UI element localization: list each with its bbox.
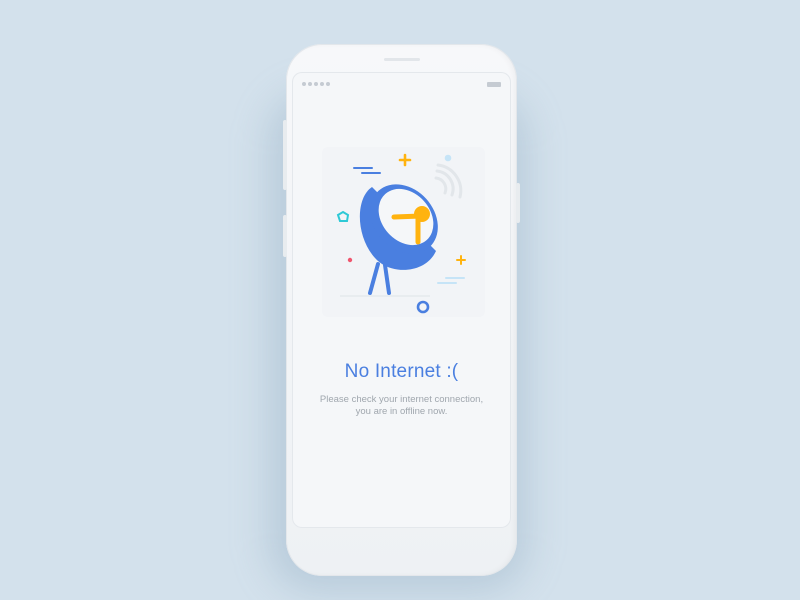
phone-screen: No Internet :( Please check your interne… [292,72,511,528]
ring-icon [416,300,430,314]
volume-button [283,215,287,257]
page-title: No Internet :( [344,361,459,382]
dish-leg-icon [383,263,391,295]
satellite-dish-icon [359,184,438,270]
pentagon-icon [336,210,350,222]
message-line: you are in offline now. [355,406,448,417]
signal-waves-icon [434,163,463,199]
illustration-card [322,147,485,317]
side-button-right [516,183,520,223]
dot-icon [347,257,353,263]
plus-icon [398,153,412,167]
satellite-dish-illustration [336,153,466,314]
circle-icon [444,154,452,162]
speaker-grille [384,58,420,61]
offline-message: Please check your internet connection, y… [292,394,511,418]
plus-icon [456,255,466,265]
scene: No Internet :( Please check your interne… [0,0,800,600]
signal-icon [302,82,330,86]
dish-leg-icon [368,262,380,295]
status-bar [292,72,511,96]
message-line: Please check your internet connection, [319,394,484,405]
power-button [283,120,287,190]
battery-icon [487,82,501,87]
